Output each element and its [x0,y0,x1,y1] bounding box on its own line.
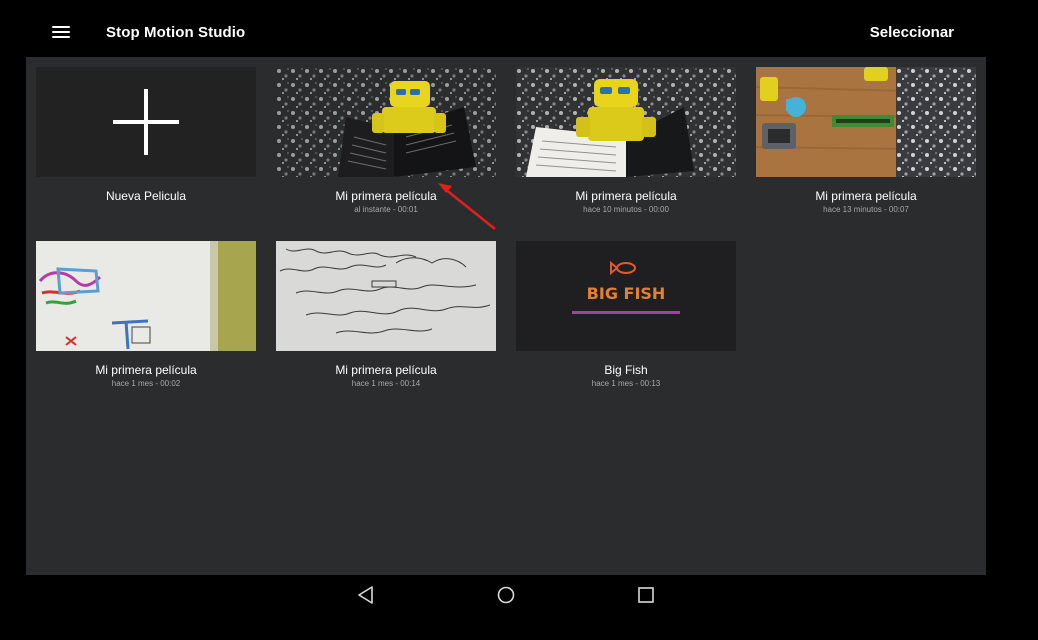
big-fish-thumbnail-image: BIG FISH [516,241,736,351]
movie-thumbnail[interactable] [756,67,976,177]
movie-meta: hace 1 mes - 00:13 [591,379,661,388]
movie-card[interactable]: Mi primera película al instante - 00:01 [276,67,496,215]
drawing-thumbnail-image [36,241,256,351]
movie-title: Mi primera película [815,189,917,203]
big-fish-logo-text: BIG FISH [587,284,666,303]
movie-meta: hace 13 minutos - 00:07 [823,205,909,214]
movie-meta: hace 1 mes - 00:02 [111,379,181,388]
movie-title: Mi primera película [335,189,437,203]
movie-card[interactable]: BIG FISH Big Fish hace 1 mes - 00:13 [516,241,736,389]
hamburger-menu-icon[interactable] [52,24,72,42]
movie-grid: Nueva Pelicula Mi primera película al in… [26,57,986,575]
screen: Stop Motion Studio Seleccionar Nueva Pel… [0,0,1038,640]
movie-card[interactable]: Mi primera película hace 1 mes - 00:02 [36,241,256,389]
recents-square-icon[interactable] [634,583,658,607]
movie-thumbnail[interactable] [276,241,496,351]
navigation-bar [0,575,1038,640]
back-triangle-icon[interactable] [354,583,378,607]
select-button[interactable]: Seleccionar [870,24,954,41]
movie-card[interactable]: Mi primera película hace 13 minutos - 00… [756,67,976,215]
movie-meta: hace 10 minutos - 00:00 [583,205,669,214]
new-movie-card[interactable]: Nueva Pelicula [36,67,256,203]
movie-thumbnail[interactable] [276,67,496,177]
movie-meta: hace 1 mes - 00:14 [351,379,421,388]
movie-title: Mi primera película [335,363,437,377]
app-title: Stop Motion Studio [106,24,246,41]
new-movie-label: Nueva Pelicula [105,189,187,203]
robot-thumbnail-image [516,67,736,177]
toys-thumbnail-image [756,67,976,177]
movie-title: Mi primera película [95,363,197,377]
movie-meta: al instante - 00:01 [354,205,418,214]
movie-title: Mi primera película [575,189,677,203]
movie-title: Big Fish [604,363,648,377]
movie-card[interactable]: Mi primera película hace 1 mes - 00:14 [276,241,496,389]
plus-icon [36,67,256,177]
home-circle-icon[interactable] [494,583,518,607]
movie-thumbnail[interactable]: BIG FISH [516,241,736,351]
movie-thumbnail[interactable] [516,67,736,177]
app-bar: Stop Motion Studio Seleccionar [26,0,986,57]
movie-thumbnail[interactable] [36,241,256,351]
robot-thumbnail-image [276,67,496,177]
sketch-thumbnail-image [276,241,496,351]
new-movie-tile[interactable] [36,67,256,177]
movie-card[interactable]: Mi primera película hace 10 minutos - 00… [516,67,736,215]
